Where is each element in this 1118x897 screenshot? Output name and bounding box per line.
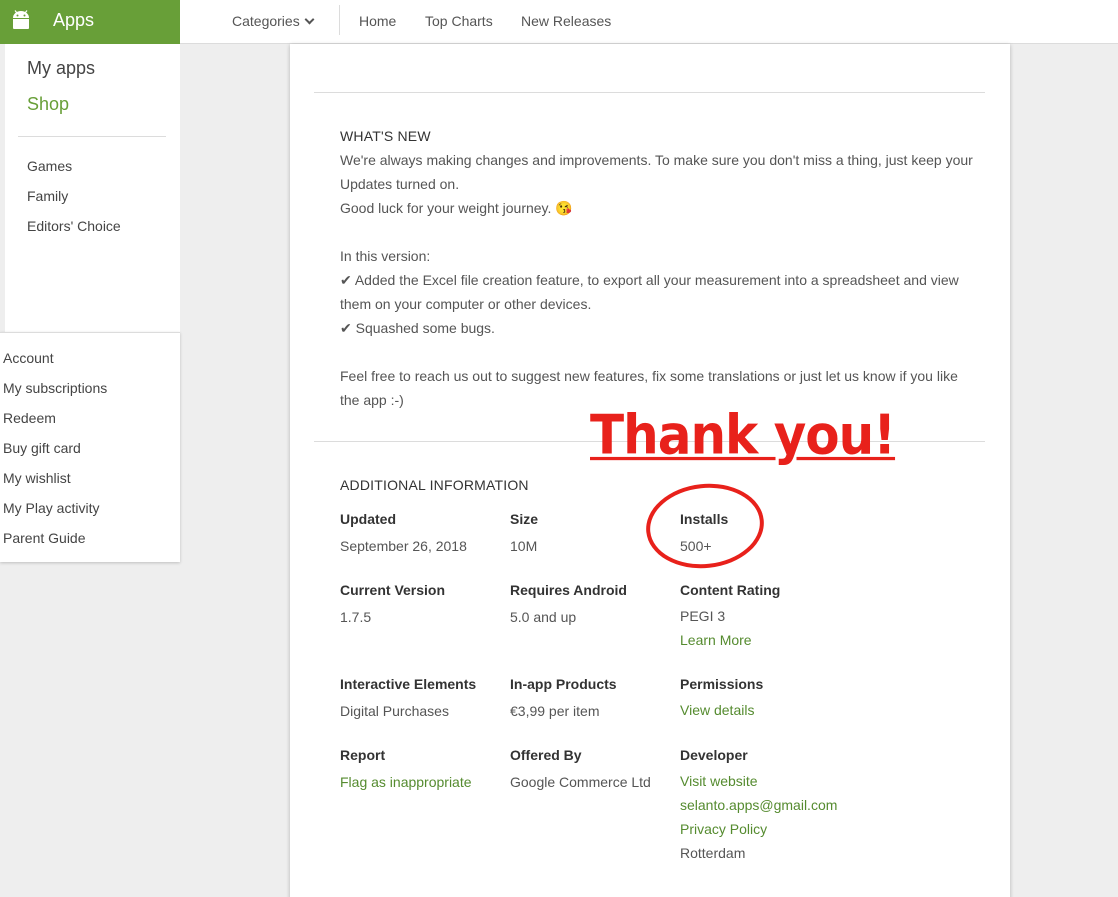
content-rating-value: PEGI 3	[680, 608, 726, 624]
whats-new-line: ✔ Squashed some bugs.	[340, 320, 495, 336]
nav-divider	[339, 5, 340, 35]
report-label: Report	[340, 747, 386, 763]
sidebar-divider	[18, 136, 166, 137]
whats-new-line: the app :-)	[340, 392, 404, 408]
app-details-card: WHAT'S NEW We're always making changes a…	[290, 44, 1010, 897]
requires-android-value: 5.0 and up	[510, 609, 577, 625]
account-link[interactable]: Account	[3, 350, 54, 366]
size-label: Size	[510, 511, 539, 527]
requires-android-label: Requires Android	[510, 582, 627, 598]
chevron-down-icon	[304, 14, 315, 25]
parent-guide-link[interactable]: Parent Guide	[3, 530, 86, 546]
whats-new-line: Good luck for your weight journey. 😘	[340, 200, 573, 216]
in-app-products-label: In-app Products	[510, 676, 617, 692]
whats-new-title: WHAT'S NEW	[340, 128, 431, 144]
whats-new-line: We're always making changes and improvem…	[340, 152, 973, 168]
whats-new-line: ✔ Added the Excel file creation feature,…	[340, 272, 959, 288]
learn-more-link[interactable]: Learn More	[680, 632, 752, 648]
categories-dropdown[interactable]: Categories	[232, 13, 315, 29]
sidebar-item-games[interactable]: Games	[27, 158, 72, 174]
sidebar: My apps Shop Games Family Editors' Choic…	[0, 44, 180, 332]
whats-new-line: them on your computer or other devices.	[340, 296, 592, 312]
size-value: 10M	[510, 538, 538, 554]
sidebar-item-family[interactable]: Family	[27, 188, 68, 204]
nav-home[interactable]: Home	[359, 13, 396, 29]
wishlist-link[interactable]: My wishlist	[3, 470, 71, 486]
section-divider	[314, 92, 985, 93]
play-activity-link[interactable]: My Play activity	[3, 500, 99, 516]
account-menu: Account My subscriptions Redeem Buy gift…	[0, 332, 180, 562]
developer-email-link[interactable]: selanto.apps@gmail.com	[680, 797, 837, 813]
interactive-elements-value: Digital Purchases	[340, 703, 449, 719]
subscriptions-link[interactable]: My subscriptions	[3, 380, 107, 396]
permissions-label: Permissions	[680, 676, 764, 692]
visit-website-link[interactable]: Visit website	[680, 773, 758, 789]
sidebar-shop[interactable]: Shop	[27, 94, 69, 115]
whats-new-line: In this version:	[340, 248, 431, 264]
offered-by-value: Google Commerce Ltd	[510, 774, 651, 790]
thank-you-annotation: Thank you!	[590, 404, 896, 467]
current-version-value: 1.7.5	[340, 609, 372, 625]
in-app-products-value: €3,99 per item	[510, 703, 600, 719]
flag-inappropriate-link[interactable]: Flag as inappropriate	[340, 774, 472, 790]
content-rating-label: Content Rating	[680, 582, 781, 598]
buy-gift-card-link[interactable]: Buy gift card	[3, 440, 81, 456]
categories-label: Categories	[232, 13, 300, 29]
updated-label: Updated	[340, 511, 396, 527]
developer-label: Developer	[680, 747, 748, 763]
top-bar: Apps Categories Home Top Charts New Rele…	[0, 0, 1118, 44]
developer-city: Rotterdam	[680, 845, 746, 861]
offered-by-label: Offered By	[510, 747, 582, 763]
nav-new-releases[interactable]: New Releases	[521, 13, 611, 29]
whats-new-line: Feel free to reach us out to suggest new…	[340, 368, 958, 384]
privacy-policy-link[interactable]: Privacy Policy	[680, 821, 767, 837]
additional-info-title: ADDITIONAL INFORMATION	[340, 477, 529, 493]
sidebar-my-apps[interactable]: My apps	[27, 58, 95, 79]
interactive-elements-label: Interactive Elements	[340, 676, 477, 692]
whats-new-line: Updates turned on.	[340, 176, 460, 192]
current-version-label: Current Version	[340, 582, 446, 598]
view-details-link[interactable]: View details	[680, 702, 754, 718]
android-icon	[13, 10, 29, 29]
apps-title: Apps	[53, 10, 95, 30]
sidebar-item-editors-choice[interactable]: Editors' Choice	[27, 218, 121, 234]
updated-value: September 26, 2018	[340, 538, 467, 554]
apps-brand[interactable]: Apps	[0, 0, 180, 44]
redeem-link[interactable]: Redeem	[3, 410, 56, 426]
nav-top-charts[interactable]: Top Charts	[425, 13, 493, 29]
